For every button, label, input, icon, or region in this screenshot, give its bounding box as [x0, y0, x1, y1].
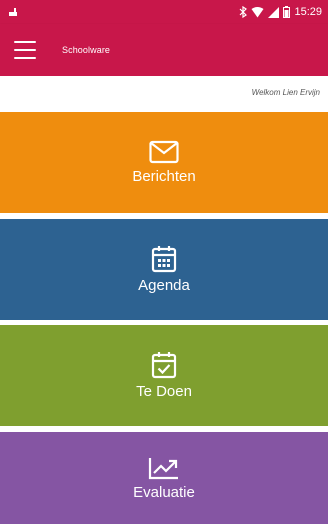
- tile-label: Berichten: [132, 168, 196, 185]
- app-title: Schoolware: [62, 45, 111, 55]
- tile-label: Agenda: [138, 277, 190, 294]
- status-time: 15:29: [294, 6, 322, 18]
- tile-evaluatie[interactable]: Evaluatie: [0, 432, 328, 524]
- tile-label: Te Doen: [136, 383, 192, 400]
- app-bar: Schoolware: [0, 24, 328, 76]
- tile-label: Evaluatie: [133, 483, 195, 501]
- welcome-row: Welkom Lien Ervijn: [0, 76, 328, 108]
- status-bar: 15:29: [0, 0, 328, 24]
- tile-berichten[interactable]: Berichten: [0, 112, 328, 213]
- wifi-icon: [251, 6, 264, 17]
- envelope-icon: [149, 140, 179, 164]
- tile-te-doen[interactable]: Te Doen: [0, 325, 328, 426]
- bluetooth-icon: [240, 6, 248, 18]
- battery-icon: [283, 6, 291, 18]
- trend-chart-icon: [148, 457, 178, 479]
- signal-icon: [268, 6, 280, 18]
- status-left: [8, 7, 18, 17]
- tile-agenda[interactable]: Agenda: [0, 219, 328, 320]
- welcome-text: Welkom Lien Ervijn: [251, 87, 320, 97]
- hamburger-menu-icon[interactable]: [14, 41, 36, 59]
- calendar-check-icon: [151, 352, 177, 379]
- calendar-icon: [151, 246, 177, 273]
- status-right: 15:29: [239, 6, 322, 18]
- notification-icon: [9, 8, 17, 16]
